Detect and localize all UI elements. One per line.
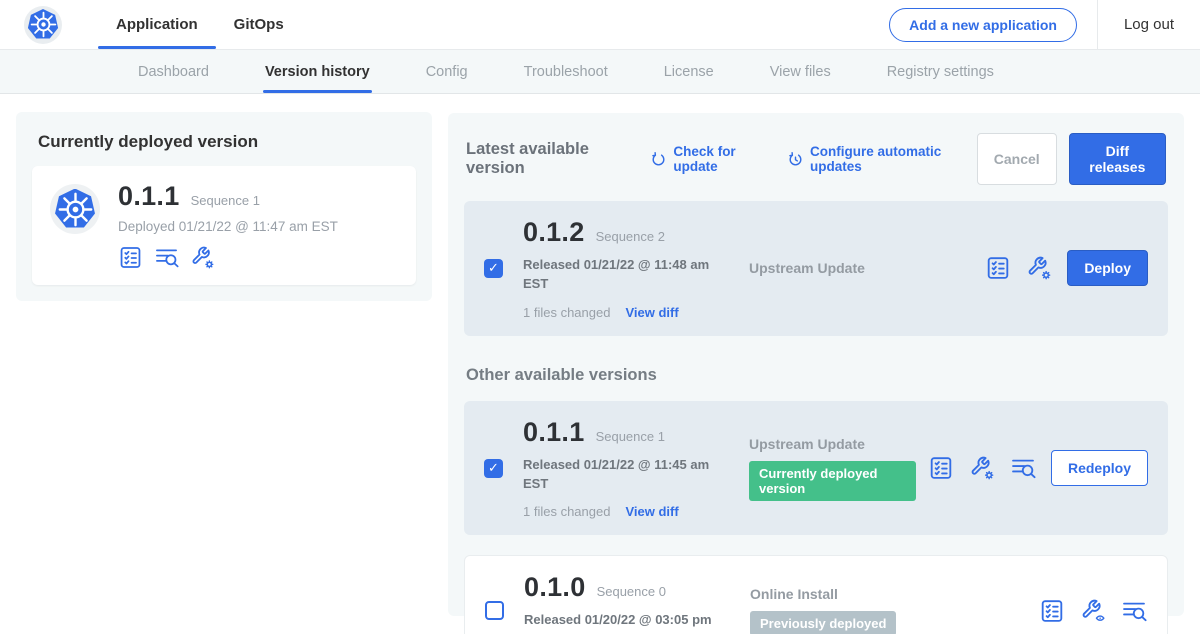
version-number: 0.1.1 <box>523 417 585 448</box>
tab-dashboard[interactable]: Dashboard <box>138 50 209 93</box>
logout-button[interactable]: Log out <box>1097 0 1200 49</box>
version-source: Online Install Previously deployed <box>750 586 1027 634</box>
preflight-checks-icon[interactable] <box>1039 598 1065 624</box>
released-timestamp: Released 01/21/22 @ 11:45 am EST <box>523 456 719 494</box>
source-label: Upstream Update <box>749 436 865 452</box>
version-info: 0.1.0 Sequence 0 Released 01/20/22 @ 03:… <box>524 572 750 634</box>
version-row: 0.1.0 Sequence 0 Released 01/20/22 @ 03:… <box>464 555 1168 634</box>
version-info: 0.1.2 Sequence 2 Released 01/21/22 @ 11:… <box>523 217 749 320</box>
deployed-version-number: 0.1.1 <box>118 181 180 212</box>
version-source: Upstream Update <box>749 260 973 276</box>
header-right: Add a new application Log out <box>889 0 1200 49</box>
config-settings-icon[interactable] <box>1026 255 1052 281</box>
primary-nav: Application GitOps <box>98 0 302 49</box>
version-number: 0.1.2 <box>523 217 585 248</box>
sequence-label: Sequence 0 <box>597 584 666 599</box>
version-row: 0.1.2 Sequence 2 Released 01/21/22 @ 11:… <box>464 201 1168 336</box>
redeploy-button[interactable]: Redeploy <box>1051 450 1148 486</box>
app-header: Application GitOps Add a new application… <box>0 0 1200 50</box>
currently-deployed-badge: Currently deployed version <box>749 461 916 501</box>
deployed-version-details: 0.1.1 Sequence 1 Deployed 01/21/22 @ 11:… <box>118 181 338 270</box>
source-label: Online Install <box>750 586 838 602</box>
deploy-logs-icon[interactable] <box>154 245 179 270</box>
files-changed-label: 1 files changed <box>523 504 610 519</box>
deployed-sequence-label: Sequence 1 <box>191 193 260 208</box>
preflight-checks-icon[interactable] <box>985 255 1011 281</box>
released-timestamp: Released 01/21/22 @ 11:48 am EST <box>523 256 719 294</box>
currently-deployed-title: Currently deployed version <box>38 132 416 152</box>
tab-gitops[interactable]: GitOps <box>216 0 302 49</box>
kubernetes-wheel-icon <box>28 9 59 40</box>
tab-license[interactable]: License <box>664 50 714 93</box>
kubernetes-logo <box>24 6 62 44</box>
tab-registry-settings[interactable]: Registry settings <box>887 50 994 93</box>
auto-update-clock-icon <box>787 151 804 168</box>
version-source: Upstream Update Currently deployed versi… <box>749 436 916 501</box>
version-checkbox[interactable] <box>484 259 503 278</box>
version-number: 0.1.0 <box>524 572 586 603</box>
preflight-checks-icon[interactable] <box>118 245 143 270</box>
app-subnav: Dashboard Version history Config Trouble… <box>0 50 1200 94</box>
previously-deployed-badge: Previously deployed <box>750 611 896 634</box>
tab-troubleshoot[interactable]: Troubleshoot <box>524 50 608 93</box>
sequence-label: Sequence 2 <box>596 229 665 244</box>
latest-version-heading: Latest available version <box>466 140 634 178</box>
other-versions-heading: Other available versions <box>466 366 1166 385</box>
refresh-icon <box>650 151 667 168</box>
files-changed-label: 1 files changed <box>523 305 610 320</box>
version-history-panel: Latest available version Check for updat… <box>448 113 1184 616</box>
config-view-icon[interactable] <box>1080 598 1106 624</box>
config-settings-icon[interactable] <box>969 455 995 481</box>
released-timestamp: Released 01/20/22 @ 03:05 pm EST <box>524 611 720 634</box>
view-diff-link[interactable]: View diff <box>625 305 678 320</box>
deployed-timestamp: Deployed 01/21/22 @ 11:47 am EST <box>118 219 338 234</box>
deploy-logs-icon[interactable] <box>1010 455 1036 481</box>
deployed-version-card: 0.1.1 Sequence 1 Deployed 01/21/22 @ 11:… <box>32 166 416 285</box>
source-label: Upstream Update <box>749 260 865 276</box>
cancel-button[interactable]: Cancel <box>977 133 1057 185</box>
diff-releases-button[interactable]: Diff releases <box>1069 133 1166 185</box>
latest-version-header: Latest available version Check for updat… <box>464 129 1168 185</box>
preflight-checks-icon[interactable] <box>928 455 954 481</box>
check-for-update-link[interactable]: Check for update <box>650 144 771 174</box>
version-row: 0.1.1 Sequence 1 Released 01/21/22 @ 11:… <box>464 401 1168 536</box>
configure-automatic-updates-link[interactable]: Configure automatic updates <box>787 144 977 174</box>
currently-deployed-card: Currently deployed version 0.1.1 Sequenc… <box>16 112 432 301</box>
tab-version-history[interactable]: Version history <box>265 50 370 93</box>
version-checkbox[interactable] <box>484 459 503 478</box>
deploy-logs-icon[interactable] <box>1121 598 1147 624</box>
kubernetes-wheel-icon <box>55 189 96 230</box>
add-new-application-button[interactable]: Add a new application <box>889 8 1077 42</box>
deploy-button[interactable]: Deploy <box>1067 250 1148 286</box>
sequence-label: Sequence 1 <box>596 429 665 444</box>
view-diff-link[interactable]: View diff <box>625 504 678 519</box>
app-icon <box>50 184 100 234</box>
version-info: 0.1.1 Sequence 1 Released 01/21/22 @ 11:… <box>523 417 749 520</box>
tab-config[interactable]: Config <box>426 50 468 93</box>
version-checkbox[interactable] <box>485 601 504 620</box>
tab-application[interactable]: Application <box>98 0 216 49</box>
config-settings-icon[interactable] <box>190 245 215 270</box>
tab-view-files[interactable]: View files <box>770 50 831 93</box>
